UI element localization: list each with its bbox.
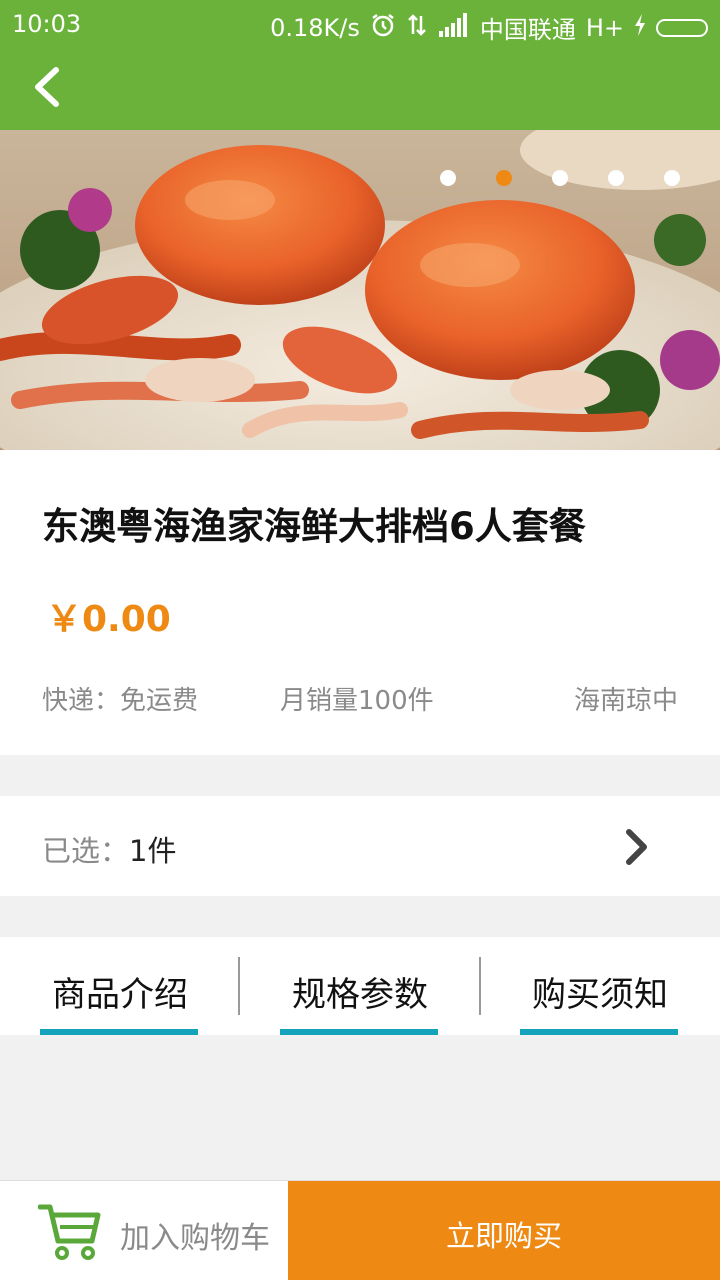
selected-label-text: 已选：: [42, 834, 130, 868]
carousel-indicator: [440, 170, 680, 186]
tab-underline: [280, 1029, 438, 1035]
carrier-name: 中国联通: [479, 16, 576, 44]
add-to-cart-label: 加入购物车: [120, 1221, 270, 1256]
tab-specifications[interactable]: 规格参数: [240, 937, 480, 1035]
back-arrow-icon: [35, 67, 59, 107]
product-info-card: 东澳粤海渔家海鲜大排档6人套餐 ￥0.00 快递：免运费 月销量100件 海南琼…: [0, 450, 720, 755]
tab-label: 规格参数: [292, 975, 428, 1015]
net-speed: 0.18K/s: [270, 13, 360, 42]
bottom-action-bar: 加入购物车 立即购买: [0, 1180, 720, 1280]
shipping-info: 快递：免运费: [42, 686, 199, 716]
data-transfer-icon: [406, 12, 428, 44]
tab-label: 购买须知: [532, 975, 668, 1015]
back-button[interactable]: [26, 62, 76, 112]
product-image-carousel[interactable]: [0, 130, 720, 450]
tab-underline: [520, 1029, 678, 1035]
network-type: H+: [585, 13, 624, 42]
selected-spec-label: 已选：1件: [42, 828, 176, 870]
product-detail-page: 10:03 0.18K/s 中国联通 H+ 东澳粤海渔家海鲜大排档6人套餐 ￥0…: [0, 0, 720, 1280]
tab-label: 商品介绍: [52, 975, 188, 1015]
add-to-cart-button[interactable]: 加入购物车: [0, 1181, 288, 1280]
nav-bar: [0, 52, 720, 130]
shopping-cart-icon: [38, 1204, 101, 1260]
carousel-dot: [664, 170, 680, 186]
carousel-dot: [608, 170, 624, 186]
status-indicators: 0.18K/s 中国联通 H+: [270, 10, 708, 45]
alarm-icon: [370, 12, 396, 44]
charging-icon: [634, 14, 646, 41]
carousel-dot: [552, 170, 568, 186]
carousel-dot: [440, 170, 456, 186]
product-location: 海南琼中: [573, 686, 678, 716]
tab-underline: [40, 1029, 198, 1035]
status-bar: 10:03 0.18K/s 中国联通 H+: [0, 0, 720, 52]
tab-purchase-notes[interactable]: 购买须知: [480, 937, 720, 1035]
selected-spec-row[interactable]: 已选：1件: [0, 796, 720, 896]
battery-icon: [656, 18, 708, 37]
monthly-sales: 月销量100件: [280, 686, 434, 716]
selected-quantity: 1件: [129, 834, 177, 868]
status-time: 10:03: [12, 10, 82, 38]
carousel-dot-active: [496, 170, 512, 186]
signal-icon: [438, 12, 470, 43]
tab-product-intro[interactable]: 商品介绍: [0, 937, 240, 1035]
buy-now-button[interactable]: 立即购买: [288, 1181, 720, 1280]
buy-now-label: 立即购买: [445, 1219, 562, 1253]
chevron-right-icon: [626, 829, 647, 865]
product-title: 东澳粤海渔家海鲜大排档6人套餐: [42, 505, 586, 548]
detail-tabs: 商品介绍 规格参数 购买须知: [0, 937, 720, 1035]
product-price: ￥0.00: [46, 599, 171, 640]
